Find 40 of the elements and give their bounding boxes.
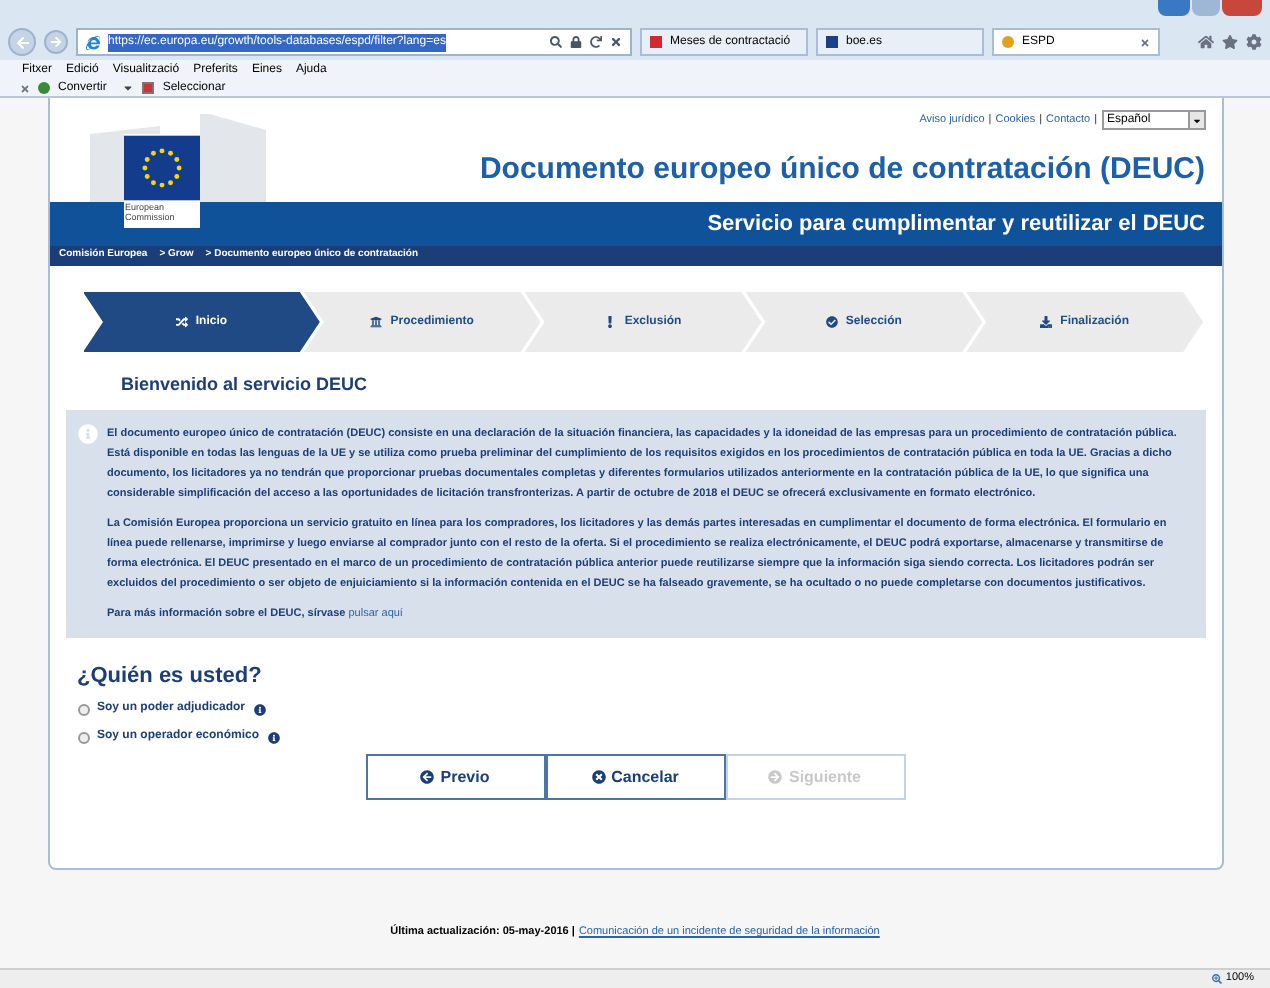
building-icon xyxy=(370,316,383,328)
close-icon[interactable] xyxy=(610,36,622,48)
tab-favicon-icon xyxy=(1002,36,1014,48)
refresh-icon[interactable] xyxy=(590,36,602,48)
settings-icon[interactable] xyxy=(1246,34,1262,50)
home-icon[interactable] xyxy=(1198,34,1214,50)
select-document-icon xyxy=(142,82,155,94)
close-tab-icon[interactable] xyxy=(1140,37,1150,47)
shuffle-icon xyxy=(175,316,188,328)
eu-flag-icon xyxy=(123,134,199,202)
arrow-right-icon xyxy=(50,36,62,48)
convert-globe-icon xyxy=(38,82,50,94)
previous-button[interactable]: Previo xyxy=(365,754,545,800)
lock-icon xyxy=(570,36,582,48)
close-button[interactable] xyxy=(1222,0,1262,16)
page-subtitle: Servicio para cumplimentar y reutilizar el DEUC xyxy=(707,209,1205,240)
search-icon[interactable] xyxy=(550,36,562,48)
download-icon xyxy=(1040,316,1053,328)
caret-icon[interactable] xyxy=(122,82,135,94)
minimize-button[interactable] xyxy=(1158,0,1190,16)
info-icon[interactable] xyxy=(253,703,266,715)
welcome-heading: Bienvenido al servicio DEUC xyxy=(121,372,370,398)
question-heading: ¿Quién es usted? xyxy=(77,661,264,691)
info-icon xyxy=(77,423,97,443)
cancel-button[interactable]: Cancelar xyxy=(545,754,725,800)
info-icon[interactable] xyxy=(267,731,280,743)
radio-button[interactable] xyxy=(77,731,89,743)
zoom-icon xyxy=(1211,974,1222,984)
caret-icon xyxy=(1191,115,1201,125)
close-icon[interactable] xyxy=(20,83,30,93)
browser-logo-icon xyxy=(86,35,100,49)
tab-favicon-icon xyxy=(826,36,838,48)
back-button[interactable] xyxy=(8,28,36,56)
forward-button[interactable] xyxy=(44,30,68,54)
radio-button[interactable] xyxy=(77,703,89,715)
arrow-left-icon xyxy=(15,35,29,49)
exclamation-icon xyxy=(604,316,617,328)
star-icon[interactable] xyxy=(1222,34,1238,50)
page-title: Documento europeo único de contratación (DEUC) xyxy=(479,150,1205,190)
tab-favicon-icon xyxy=(650,36,662,48)
